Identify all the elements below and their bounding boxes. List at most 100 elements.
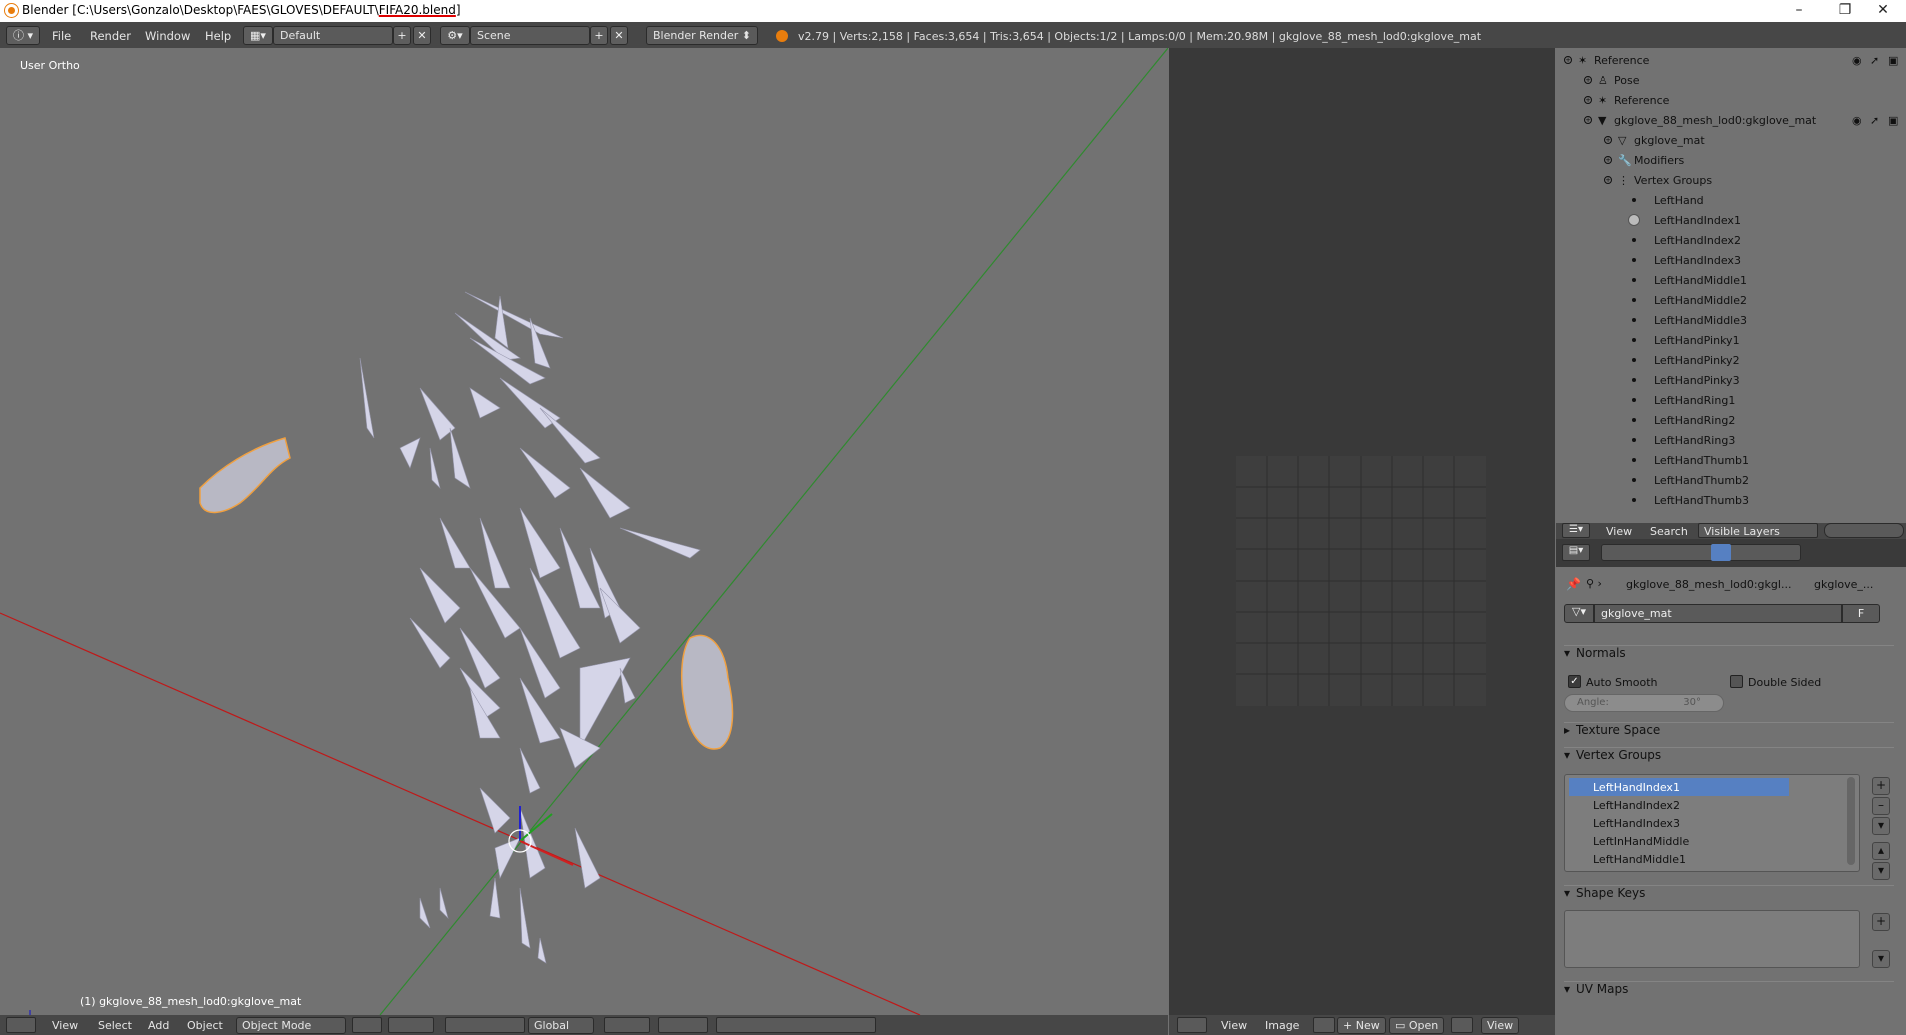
render-camera-icon[interactable]: ▣ — [1888, 54, 1898, 67]
image-menu-view[interactable]: View — [1221, 1019, 1247, 1032]
remove-layout-icon[interactable]: ✕ — [413, 26, 431, 45]
texture-space-panel-header[interactable]: ▸ Texture Space — [1564, 722, 1894, 742]
open-image-button[interactable]: ▭ Open — [1389, 1017, 1445, 1034]
selectability-arrow-icon[interactable]: ➚ — [1870, 54, 1879, 67]
outliner-row[interactable]: LeftHandIndex2 — [1556, 230, 1906, 250]
outliner-display-select[interactable]: Visible Layers — [1698, 523, 1818, 538]
expand-toggle-icon[interactable]: + — [1564, 56, 1572, 64]
outliner-editor-icon[interactable]: ☰▾ — [1562, 523, 1590, 538]
scene-icon[interactable]: ⚙▾ — [440, 26, 470, 45]
fake-user-button[interactable]: F — [1842, 604, 1880, 623]
remove-vertex-group-icon[interactable]: – — [1872, 797, 1890, 815]
add-shape-key-icon[interactable]: + — [1872, 913, 1890, 931]
vertex-group-item[interactable]: LeftInHandMiddle — [1569, 832, 1789, 850]
viewport-menu-select[interactable]: Select — [98, 1019, 132, 1032]
viewport-menu-view[interactable]: View — [52, 1019, 78, 1032]
close-window-button[interactable]: ✕ — [1860, 0, 1906, 22]
outliner-row[interactable]: LeftHandThumb1 — [1556, 450, 1906, 470]
outliner-row[interactable]: + ✶ Reference — [1556, 90, 1906, 110]
menu-help[interactable]: Help — [205, 29, 231, 43]
outliner-row[interactable]: + 🔧 Modifiers — [1556, 150, 1906, 170]
outliner-row[interactable]: LeftHandThumb2 — [1556, 470, 1906, 490]
pivot-icon[interactable] — [388, 1017, 434, 1033]
outliner-row[interactable]: + ▼ gkglove_88_mesh_lod0:gkglove_mat ◉ ➚ ▣ — [1556, 110, 1906, 130]
add-vertex-group-icon[interactable]: + — [1872, 777, 1890, 795]
outliner-row[interactable]: LeftHandPinky3 — [1556, 370, 1906, 390]
outliner-search-input[interactable] — [1824, 523, 1904, 538]
expand-toggle-icon[interactable]: + — [1604, 136, 1612, 144]
vertex-group-item[interactable]: LeftHandIndex1 — [1569, 778, 1789, 796]
outliner-row[interactable]: LeftHandIndex1 — [1556, 210, 1906, 230]
outliner-row[interactable]: LeftHandRing3 — [1556, 430, 1906, 450]
screen-layout-icon[interactable]: ▦▾ — [243, 26, 273, 45]
visibility-eye-icon[interactable]: ◉ — [1852, 54, 1862, 67]
remove-scene-icon[interactable]: ✕ — [610, 26, 628, 45]
shape-key-menu-icon[interactable]: ▾ — [1872, 950, 1890, 968]
tab-mesh-data[interactable] — [1711, 544, 1731, 561]
minimize-button[interactable]: – — [1776, 0, 1822, 22]
manipulator-icon[interactable] — [445, 1017, 525, 1033]
expand-toggle-icon[interactable]: + — [1584, 116, 1592, 124]
orientation-select[interactable]: Global — [528, 1017, 594, 1034]
viewport-menu-add[interactable]: Add — [148, 1019, 169, 1032]
auto-smooth-checkbox[interactable]: ✓ — [1568, 675, 1581, 688]
angle-slider[interactable]: Angle: 30° — [1564, 694, 1724, 712]
expand-toggle-icon[interactable]: + — [1584, 96, 1592, 104]
image-browse-icon[interactable] — [1313, 1017, 1335, 1033]
add-scene-icon[interactable]: + — [590, 26, 608, 45]
mesh-browse-icon[interactable]: ▽▾ — [1564, 604, 1594, 623]
list-scrollbar[interactable] — [1847, 777, 1855, 865]
outliner-row[interactable]: LeftHandRing1 — [1556, 390, 1906, 410]
outliner-row[interactable]: LeftHandPinky1 — [1556, 330, 1906, 350]
double-sided-checkbox[interactable] — [1730, 675, 1743, 688]
3d-viewport[interactable]: User Ortho (1) gkglove_88_mesh_lod0:gkgl… — [0, 48, 1168, 1015]
vertex-group-item[interactable]: LeftHandIndex3 — [1569, 814, 1789, 832]
image-editor-icon[interactable] — [1177, 1017, 1207, 1033]
viewport-editor-icon[interactable] — [6, 1017, 36, 1033]
layers-icon[interactable] — [604, 1017, 650, 1033]
context-tab-strip[interactable] — [1601, 544, 1801, 561]
editor-type-info-icon[interactable]: ⓘ ▾ — [6, 26, 40, 45]
expand-toggle-icon[interactable]: + — [1604, 176, 1612, 184]
outliner-view-menu[interactable]: View — [1606, 525, 1632, 538]
visibility-eye-icon[interactable]: ◉ — [1852, 114, 1862, 127]
scene-field[interactable]: Scene — [470, 26, 590, 45]
menu-render[interactable]: Render — [90, 29, 131, 43]
normals-panel-header[interactable]: ▾ Normals — [1564, 645, 1894, 665]
layers-icon[interactable] — [658, 1017, 708, 1033]
render-camera-icon[interactable]: ▣ — [1888, 114, 1898, 127]
shape-key-list[interactable] — [1564, 910, 1860, 968]
screen-layout-field[interactable]: Default — [273, 26, 393, 45]
add-layout-icon[interactable]: + — [393, 26, 411, 45]
vertex-groups-panel-header[interactable]: ▾ Vertex Groups — [1564, 747, 1894, 767]
vertex-group-menu-icon[interactable]: ▾ — [1872, 817, 1890, 835]
vertex-group-list[interactable]: LeftHandIndex1 LeftHandIndex2 LeftHandIn… — [1564, 774, 1860, 872]
outliner-row[interactable]: LeftHandMiddle2 — [1556, 290, 1906, 310]
mesh-datablock-field[interactable]: gkglove_mat — [1594, 604, 1842, 623]
outliner-row[interactable]: LeftHand — [1556, 190, 1906, 210]
snap-tools-icon[interactable] — [716, 1017, 876, 1033]
outliner-row[interactable]: + ✶ Reference ◉ ➚ ▣ — [1556, 50, 1906, 70]
outliner-row[interactable]: + ▽ gkglove_mat — [1556, 130, 1906, 150]
outliner-row[interactable]: LeftHandPinky2 — [1556, 350, 1906, 370]
outliner-row[interactable]: LeftHandIndex3 — [1556, 250, 1906, 270]
expand-toggle-icon[interactable]: + — [1584, 76, 1592, 84]
outliner-row[interactable]: LeftHandRing2 — [1556, 410, 1906, 430]
expand-toggle-icon[interactable]: + — [1604, 156, 1612, 164]
vertex-group-item[interactable]: LeftHandIndex2 — [1569, 796, 1789, 814]
outliner[interactable]: + ✶ Reference ◉ ➚ ▣ + ♙ Pose + ✶ Reference + ▼ gkglove… — [1556, 48, 1906, 523]
new-image-button[interactable]: + New — [1337, 1017, 1386, 1034]
outliner-search-menu[interactable]: Search — [1650, 525, 1688, 538]
vertex-group-item[interactable]: LeftHandMiddle1 — [1569, 850, 1789, 868]
move-down-icon[interactable]: ▾ — [1872, 862, 1890, 880]
render-engine-select[interactable]: Blender Render ⬍ — [646, 26, 758, 45]
outliner-row[interactable]: LeftHandMiddle3 — [1556, 310, 1906, 330]
image-menu-image[interactable]: Image — [1265, 1019, 1299, 1032]
selectability-arrow-icon[interactable]: ➚ — [1870, 114, 1879, 127]
outliner-row[interactable]: LeftHandThumb3 — [1556, 490, 1906, 510]
viewport-menu-object[interactable]: Object — [187, 1019, 223, 1032]
shape-keys-panel-header[interactable]: ▾ Shape Keys — [1564, 885, 1894, 905]
menu-file[interactable]: File — [52, 29, 71, 43]
outliner-row[interactable]: + ⋮ Vertex Groups — [1556, 170, 1906, 190]
image-view-mode-select[interactable]: View — [1481, 1017, 1520, 1034]
